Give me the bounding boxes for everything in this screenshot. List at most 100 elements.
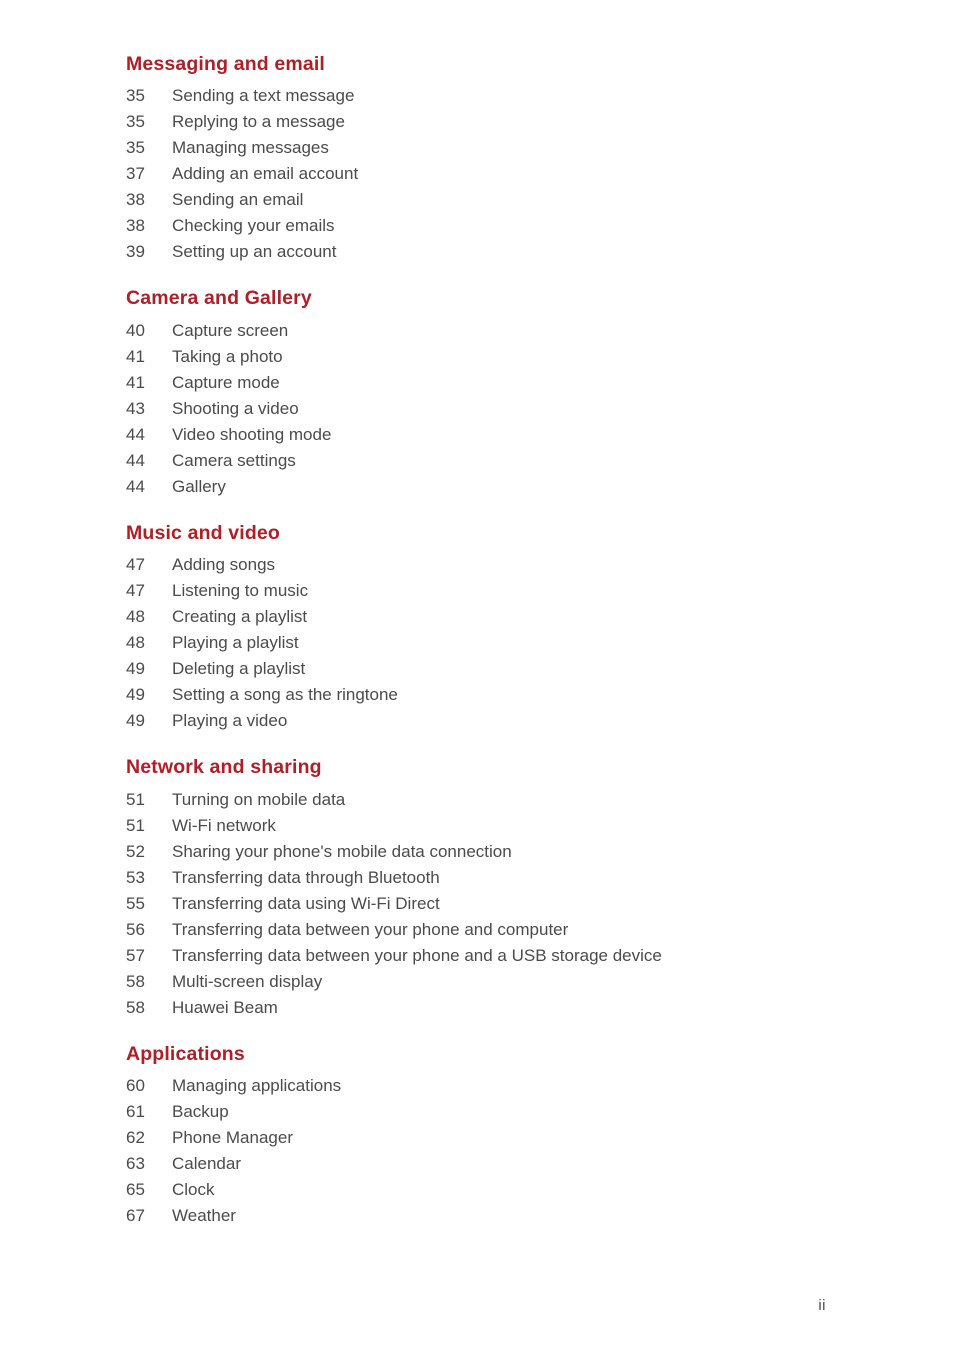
toc-entry[interactable]: 49 Playing a video — [126, 708, 826, 734]
toc-entry-title: Multi-screen display — [172, 971, 323, 991]
toc-entry[interactable]: 55 Transferring data using Wi-Fi Direct — [126, 891, 826, 917]
toc-entry-page-number: 56 — [126, 919, 145, 939]
toc-entry-title: Checking your emails — [172, 216, 335, 236]
toc-entry-page-number: 43 — [126, 398, 145, 418]
toc-entry[interactable]: 44 Camera settings — [126, 448, 826, 474]
toc-entry[interactable]: 65 Clock — [126, 1177, 826, 1203]
toc-entry-page-number: 49 — [126, 659, 145, 679]
toc-entry[interactable]: 52 Sharing your phone's mobile data conne… — [126, 839, 826, 865]
toc-entry-title: Transferring data between your phone and… — [172, 919, 569, 939]
toc-entry[interactable]: 38 Checking your emails — [126, 213, 826, 239]
toc-entry[interactable]: 44 Video shooting mode — [126, 422, 826, 448]
toc-entry-title: Managing applications — [172, 1075, 342, 1095]
toc-entry-page-number: 58 — [126, 997, 145, 1017]
toc-entry[interactable]: 62 Phone Manager — [126, 1125, 826, 1151]
toc-entry-page-number: 62 — [126, 1127, 145, 1147]
toc-entry-title: Wi-Fi network — [172, 815, 276, 835]
toc-entry[interactable]: 56 Transferring data between your phone a… — [126, 917, 826, 943]
toc-entry-page-number: 51 — [126, 815, 145, 835]
toc-entry[interactable]: 48 Playing a playlist — [126, 630, 826, 656]
toc-entry-page-number: 67 — [126, 1205, 145, 1225]
toc-entry[interactable]: 37 Adding an email account — [126, 161, 826, 187]
toc-entry[interactable]: 63 Calendar — [126, 1151, 826, 1177]
toc-entry-page-number: 48 — [126, 607, 145, 627]
toc-entry-page-number: 35 — [126, 138, 145, 158]
toc-entry-page-number: 35 — [126, 86, 145, 106]
toc-entry[interactable]: 41 Capture mode — [126, 370, 826, 396]
toc-entry-page-number: 38 — [126, 216, 145, 236]
toc-entry[interactable]: 47 Listening to music — [126, 578, 826, 604]
toc-entry-title: Adding an email account — [172, 164, 359, 184]
toc-entry[interactable]: 44 Gallery — [126, 474, 826, 500]
toc-entry-list: 47 Adding songs 47 Listening to music 48 Crea… — [126, 552, 826, 734]
toc-entry-page-number: 49 — [126, 711, 145, 731]
toc-entry[interactable]: 49 Setting a song as the ringtone — [126, 682, 826, 708]
toc-entry[interactable]: 48 Creating a playlist — [126, 604, 826, 630]
toc-entry-list: 35 Sending a text message 35 Replying to a … — [126, 83, 826, 265]
toc-entry-title: Huawei Beam — [172, 997, 278, 1017]
toc-section: Camera and Gallery 40 Capture screen 41 Taki… — [126, 286, 826, 499]
toc-entry-page-number: 61 — [126, 1101, 145, 1121]
toc-entry[interactable]: 35 Sending a text message — [126, 83, 826, 109]
toc-entry-list: 40 Capture screen 41 Taking a photo 41 Captur… — [126, 318, 826, 500]
toc-entry[interactable]: 57 Transferring data between your phone a… — [126, 943, 826, 969]
toc-section-heading: Music and video — [126, 521, 280, 544]
toc-entry-title: Transferring data between your phone and… — [172, 945, 662, 965]
toc-entry-page-number: 39 — [126, 242, 145, 262]
toc-entry-page-number: 35 — [126, 112, 145, 132]
toc-entry-page-number: 47 — [126, 555, 145, 575]
toc-entry-title: Camera settings — [172, 450, 296, 470]
toc-entry-list: 60 Managing applications 61 Backup 62 Phone M… — [126, 1073, 826, 1229]
toc-entry-title: Setting up an account — [172, 242, 337, 262]
toc-entry-title: Gallery — [172, 476, 226, 496]
toc-entry[interactable]: 67 Weather — [126, 1203, 826, 1229]
toc-entry-page-number: 44 — [126, 450, 145, 470]
table-of-contents: Messaging and email 35 Sending a text mess… — [126, 52, 826, 1229]
toc-entry[interactable]: 58 Huawei Beam — [126, 995, 826, 1021]
toc-entry[interactable]: 40 Capture screen — [126, 318, 826, 344]
toc-entry-title: Transferring data through Bluetooth — [172, 867, 440, 887]
toc-entry[interactable]: 49 Deleting a playlist — [126, 656, 826, 682]
toc-entry-title: Transferring data using Wi-Fi Direct — [172, 893, 440, 913]
toc-entry-page-number: 63 — [126, 1153, 145, 1173]
toc-entry-page-number: 38 — [126, 190, 145, 210]
toc-entry[interactable]: 61 Backup — [126, 1099, 826, 1125]
toc-entry-title: Clock — [172, 1179, 215, 1199]
toc-entry[interactable]: 53 Transferring data through Bluetooth — [126, 865, 826, 891]
toc-entry[interactable]: 41 Taking a photo — [126, 344, 826, 370]
toc-entry-page-number: 55 — [126, 893, 145, 913]
toc-section-heading: Camera and Gallery — [126, 287, 312, 310]
toc-entry-page-number: 44 — [126, 424, 145, 444]
toc-entry-title: Replying to a message — [172, 112, 345, 132]
toc-section-heading: Applications — [126, 1042, 245, 1065]
toc-entry[interactable]: 35 Managing messages — [126, 135, 826, 161]
toc-entry-page-number: 40 — [126, 320, 145, 340]
toc-entry[interactable]: 51 Turning on mobile data — [126, 787, 826, 813]
toc-entry-title: Sharing your phone's mobile data connect… — [172, 841, 512, 861]
toc-entry-page-number: 44 — [126, 476, 145, 496]
toc-entry[interactable]: 35 Replying to a message — [126, 109, 826, 135]
toc-section: Applications 60 Managing applications 61 Bac… — [126, 1042, 826, 1229]
toc-entry[interactable]: 39 Setting up an account — [126, 239, 826, 265]
toc-entry[interactable]: 51 Wi-Fi network — [126, 813, 826, 839]
toc-entry-page-number: 49 — [126, 685, 145, 705]
toc-entry[interactable]: 43 Shooting a video — [126, 396, 826, 422]
toc-entry[interactable]: 58 Multi-screen display — [126, 969, 826, 995]
toc-entry-title: Managing messages — [172, 138, 329, 158]
toc-entry[interactable]: 60 Managing applications — [126, 1073, 826, 1099]
toc-entry-page-number: 53 — [126, 867, 145, 887]
toc-entry-page-number: 65 — [126, 1179, 145, 1199]
toc-entry-title: Taking a photo — [172, 346, 283, 366]
toc-entry[interactable]: 38 Sending an email — [126, 187, 826, 213]
document-page: Messaging and email 35 Sending a text mess… — [0, 0, 954, 1352]
toc-entry-page-number: 48 — [126, 633, 145, 653]
toc-entry-page-number: 41 — [126, 346, 145, 366]
toc-entry-list: 51 Turning on mobile data 51 Wi-Fi network 5… — [126, 787, 826, 1021]
toc-entry-title: Capture screen — [172, 320, 289, 340]
toc-entry-title: Backup — [172, 1101, 229, 1121]
toc-entry-title: Capture mode — [172, 372, 280, 392]
toc-entry-title: Playing a playlist — [172, 633, 299, 653]
toc-entry[interactable]: 47 Adding songs — [126, 552, 826, 578]
toc-entry-title: Calendar — [172, 1153, 241, 1173]
toc-entry-page-number: 47 — [126, 581, 145, 601]
